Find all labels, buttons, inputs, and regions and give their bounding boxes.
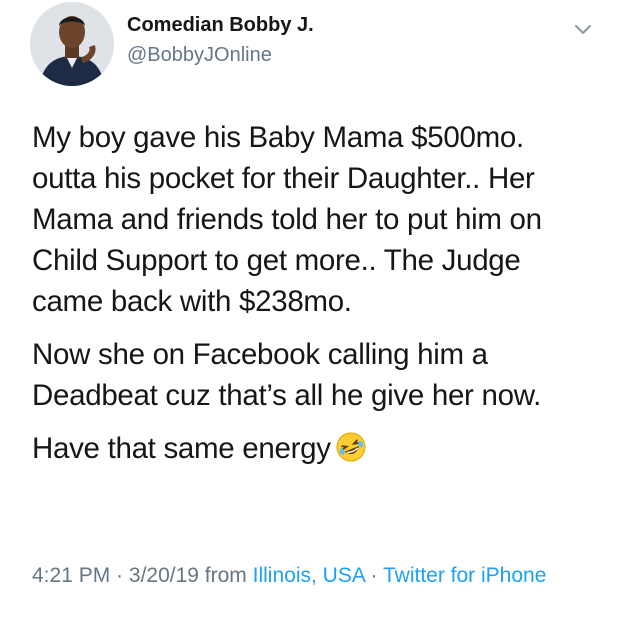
tweet-line: Child Support to get more.. The Judge [32,244,521,277]
avatar[interactable] [30,2,114,86]
tweet-date[interactable]: 3/20/19 [129,564,199,587]
separator: · [110,564,129,587]
author-name[interactable]: Comedian Bobby J. [127,14,314,37]
tweet-card: Comedian Bobby J. @BobbyJOnline My boy g… [0,0,620,630]
tweet-text: My boy gave his Baby Mama $500mo. outta … [32,117,607,469]
tweet-line: My boy gave his Baby Mama $500mo. [32,121,524,154]
tweet-paragraph-1: My boy gave his Baby Mama $500mo. outta … [32,117,607,322]
tweet-line: Have that same energy [32,432,331,465]
location-link[interactable]: Illinois, USA [253,564,365,587]
author-handle[interactable]: @BobbyJOnline [127,44,272,67]
tweet-paragraph-3: Have that same energy [32,428,607,469]
tweet-line: came back with $238mo. [32,285,352,318]
from-label: from [198,564,253,587]
tweet-line: Now she on Facebook calling him a [32,338,488,371]
avatar-image [30,2,114,86]
laughing-emoji-icon [335,431,367,463]
chevron-down-icon[interactable] [571,20,595,40]
separator: · [364,564,383,587]
tweet-line: Deadbeat cuz that’s all he give her now. [32,379,541,412]
source-link[interactable]: Twitter for iPhone [383,564,546,587]
tweet-time[interactable]: 4:21 PM [32,564,110,587]
tweet-line: outta his pocket for their Daughter.. He… [32,162,535,195]
tweet-metadata: 4:21 PM · 3/20/19 from Illinois, USA · T… [32,560,592,592]
tweet-line: Mama and friends told her to put him on [32,203,542,236]
tweet-paragraph-2: Now she on Facebook calling him a Deadbe… [32,334,607,416]
